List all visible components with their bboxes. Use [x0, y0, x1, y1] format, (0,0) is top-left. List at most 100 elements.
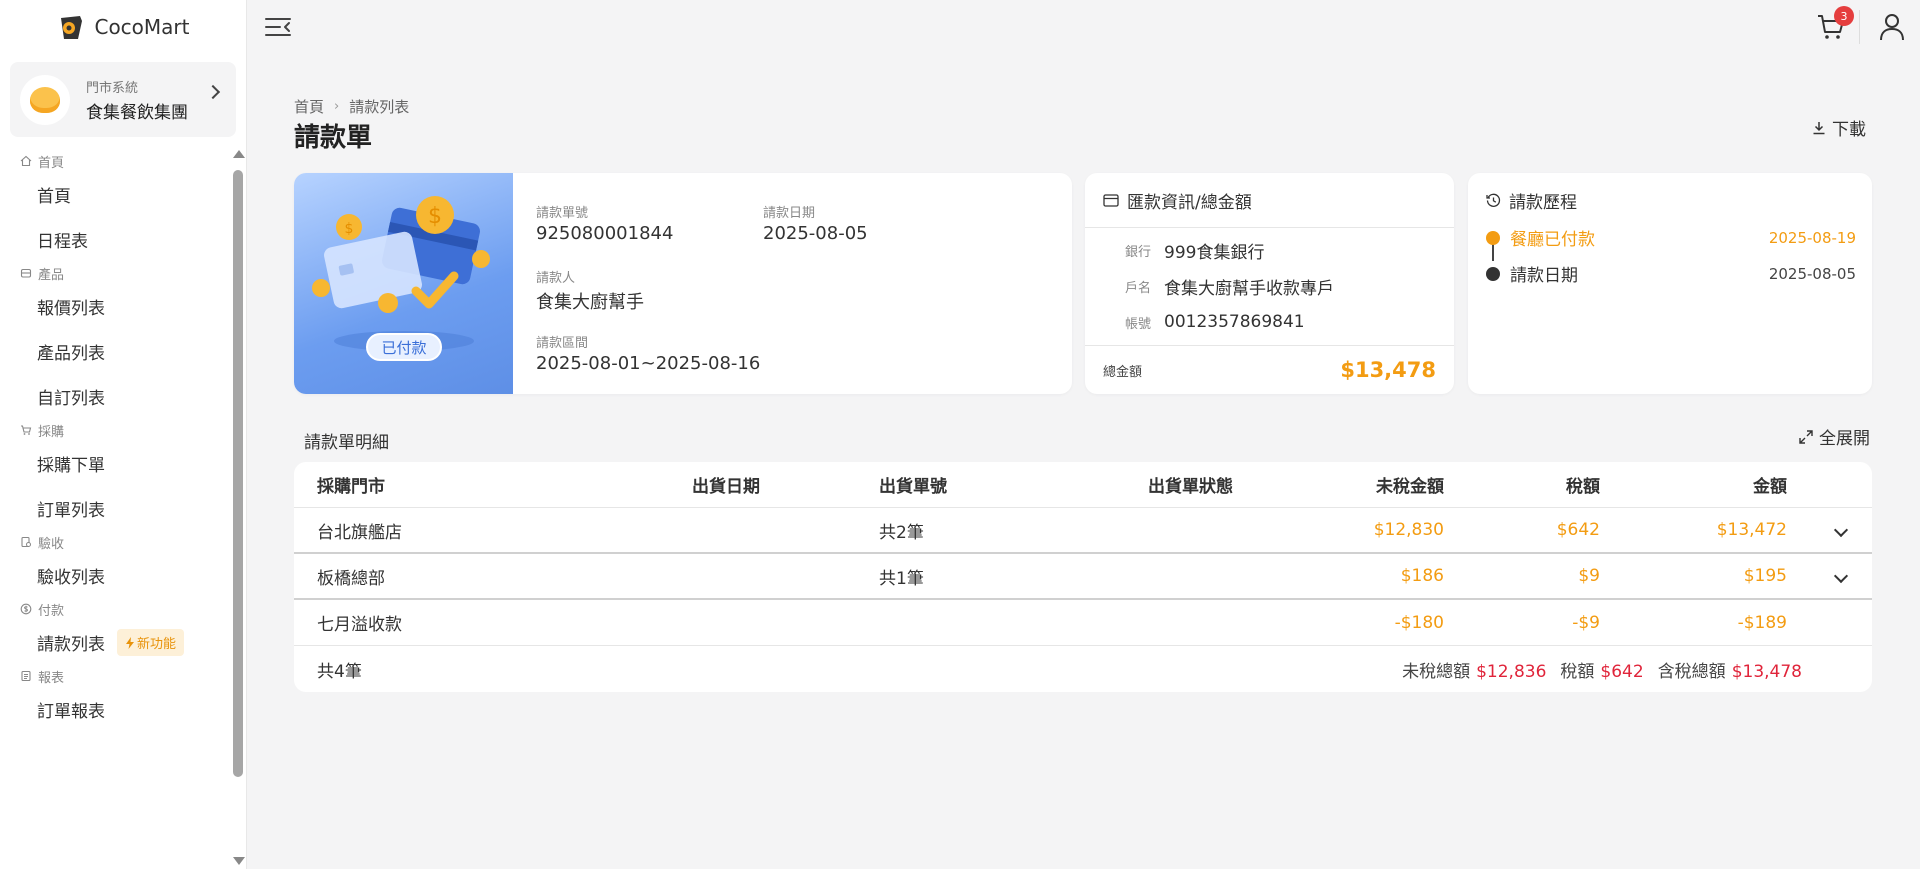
sidebar-item-quotes[interactable]: 報價列表	[0, 284, 230, 329]
invoice-detail-table: 採購門市 出貨日期 出貨單號 出貨單狀態 未稅金額 稅額 金額 台北旗艦店 共2…	[294, 462, 1872, 692]
topbar-divider	[1859, 10, 1860, 44]
tax-total: $642	[1600, 661, 1644, 682]
nav-group-receiving: 驗收	[0, 531, 230, 553]
svg-text:$: $	[345, 221, 354, 237]
account-name-label: 戶名	[1125, 280, 1152, 296]
account-name: 食集大廚幫手收款專戶	[1164, 278, 1334, 299]
breadcrumb-separator: ›	[334, 99, 340, 114]
app-name: CocoMart	[94, 15, 190, 39]
bank-name: 999食集銀行	[1164, 242, 1265, 263]
breadcrumb-home[interactable]: 首頁	[294, 96, 324, 117]
expand-all-button[interactable]: 全展開	[1799, 424, 1870, 449]
download-icon	[1813, 121, 1825, 134]
table-row: 七月溢收款 -$180 -$9 -$189	[294, 600, 1872, 646]
pretax-total: $12,836	[1476, 661, 1547, 682]
sidebar-item-home[interactable]: 首頁	[0, 172, 230, 217]
lightning-icon	[126, 636, 134, 649]
requester-label: 請款人	[536, 271, 576, 286]
sidebar-item-custom-lists[interactable]: 自訂列表	[0, 374, 230, 419]
account-name-row: 戶名 食集大廚幫手收款專戶	[1085, 268, 1454, 304]
cart-icon	[21, 425, 32, 435]
nav-group-purchase: 採購	[0, 419, 230, 441]
account-no-row: 帳號 0012357869841	[1085, 304, 1454, 340]
expand-icon	[1799, 429, 1813, 444]
menu-collapse-icon[interactable]	[265, 16, 291, 38]
report-icon	[21, 670, 31, 682]
table-footer: 共4筆 未稅總額 $12,836 稅額 $642 含稅總額 $13,478	[294, 646, 1872, 692]
breadcrumb: 首頁 › 請款列表	[294, 96, 409, 117]
nav-group-products: 產品	[0, 262, 230, 284]
store-avatar	[20, 74, 70, 125]
sidebar-item-purchase-order[interactable]: 採購下單	[0, 441, 230, 486]
sidebar-item-receiving[interactable]: 驗收列表	[0, 553, 230, 598]
footer-totals: 未稅總額 $12,836 稅額 $642 含稅總額 $13,478	[1402, 661, 1802, 682]
col-ship-no: 出貨單號	[879, 477, 947, 497]
clipboard-check-icon	[21, 536, 31, 548]
scroll-thumb[interactable]	[233, 170, 243, 777]
invoice-date: 2025-08-05	[763, 223, 868, 244]
dollar-circle-icon	[20, 603, 32, 615]
remittance-header: 匯款資訊/總金額	[1085, 173, 1454, 227]
history-header: 請款歷程	[1468, 173, 1872, 227]
sidebar: CocoMart 門市系統 食集餐飲集團 首頁 首頁 日程表 產品 報價列表 產…	[0, 0, 247, 869]
remittance-card: 匯款資訊/總金額 銀行 999食集銀行 戶名 食集大廚幫手收款專戶 帳號 001…	[1085, 173, 1454, 394]
table-row[interactable]: 台北旗艦店 共2筆 $12,830 $642 $13,472	[294, 508, 1872, 554]
nav-group-payment: 付款	[0, 598, 230, 620]
col-store: 採購門市	[317, 477, 385, 497]
chevron-down-icon[interactable]	[1833, 568, 1849, 584]
sidebar-item-products[interactable]: 產品列表	[0, 329, 230, 374]
period: 2025-08-01~2025-08-16	[536, 353, 761, 374]
col-ship-date: 出貨日期	[692, 477, 760, 497]
account-no-label: 帳號	[1125, 316, 1152, 332]
cart-count-badge: 3	[1834, 6, 1854, 26]
scroll-down-icon[interactable]	[233, 857, 245, 865]
logo-icon	[61, 16, 83, 39]
row-count: 共4筆	[317, 661, 362, 682]
bank-row: 銀行 999食集銀行	[1085, 232, 1454, 268]
history-icon	[1486, 193, 1501, 207]
sidebar-scrollbar[interactable]	[233, 150, 245, 869]
history-item: 餐廳已付款 2025-08-19	[1486, 225, 1856, 250]
credit-card-icon	[1103, 193, 1119, 207]
store-subtitle: 門市系統	[86, 80, 139, 96]
invoice-no-label: 請款單號	[536, 206, 589, 221]
app-logo[interactable]: CocoMart	[0, 0, 246, 54]
col-ship-status: 出貨單狀態	[1148, 477, 1233, 497]
invoice-summary-card: $ $ 已付款 請款單號 925080001844 請款日期 2025-08-0…	[294, 173, 1072, 394]
sidebar-nav: 首頁 首頁 日程表 產品 報價列表 產品列表 自訂列表 採購 採購下單 訂單列表…	[0, 150, 230, 732]
total-amount-row: 總金額 $13,478	[1085, 345, 1454, 394]
sidebar-item-order-report[interactable]: 訂單報表	[0, 687, 230, 732]
invoice-history-card: 請款歷程 餐廳已付款 2025-08-19 請款日期 2025-08-05	[1468, 173, 1872, 394]
chevron-right-icon	[205, 84, 221, 100]
col-amount: 金額	[1753, 477, 1787, 497]
sidebar-item-orders[interactable]: 訂單列表	[0, 486, 230, 531]
sidebar-item-schedule[interactable]: 日程表	[0, 217, 230, 262]
box-icon	[20, 268, 32, 278]
timeline-dot	[1486, 266, 1500, 281]
period-label: 請款區間	[536, 336, 589, 351]
total-amount: $13,478	[1340, 358, 1436, 382]
home-icon	[20, 155, 32, 167]
total-label: 總金額	[1103, 364, 1143, 380]
table-row[interactable]: 板橋總部 共1筆 $186 $9 $195	[294, 554, 1872, 600]
nav-group-reports: 報表	[0, 665, 230, 687]
account-no: 0012357869841	[1164, 312, 1305, 332]
store-switcher[interactable]: 門市系統 食集餐飲集團	[10, 62, 236, 137]
grand-total: $13,478	[1731, 661, 1802, 682]
user-icon[interactable]	[1879, 13, 1905, 41]
scroll-up-icon[interactable]	[233, 150, 245, 158]
timeline-dot	[1486, 230, 1500, 245]
download-button[interactable]: 下載	[1812, 115, 1866, 140]
svg-text:$: $	[428, 204, 442, 229]
col-pretax: 未稅金額	[1376, 477, 1444, 497]
paid-status-badge: 已付款	[366, 333, 442, 361]
store-name: 食集餐飲集團	[86, 102, 188, 123]
col-tax: 稅額	[1566, 477, 1600, 497]
sidebar-item-invoices[interactable]: 請款列表 新功能	[0, 620, 230, 665]
invoice-date-label: 請款日期	[763, 206, 816, 221]
breadcrumb-invoice-list[interactable]: 請款列表	[349, 96, 409, 117]
bank-label: 銀行	[1125, 244, 1152, 260]
history-item: 請款日期 2025-08-05	[1486, 261, 1856, 286]
chevron-down-icon[interactable]	[1833, 522, 1849, 538]
requester: 食集大廚幫手	[536, 292, 644, 313]
